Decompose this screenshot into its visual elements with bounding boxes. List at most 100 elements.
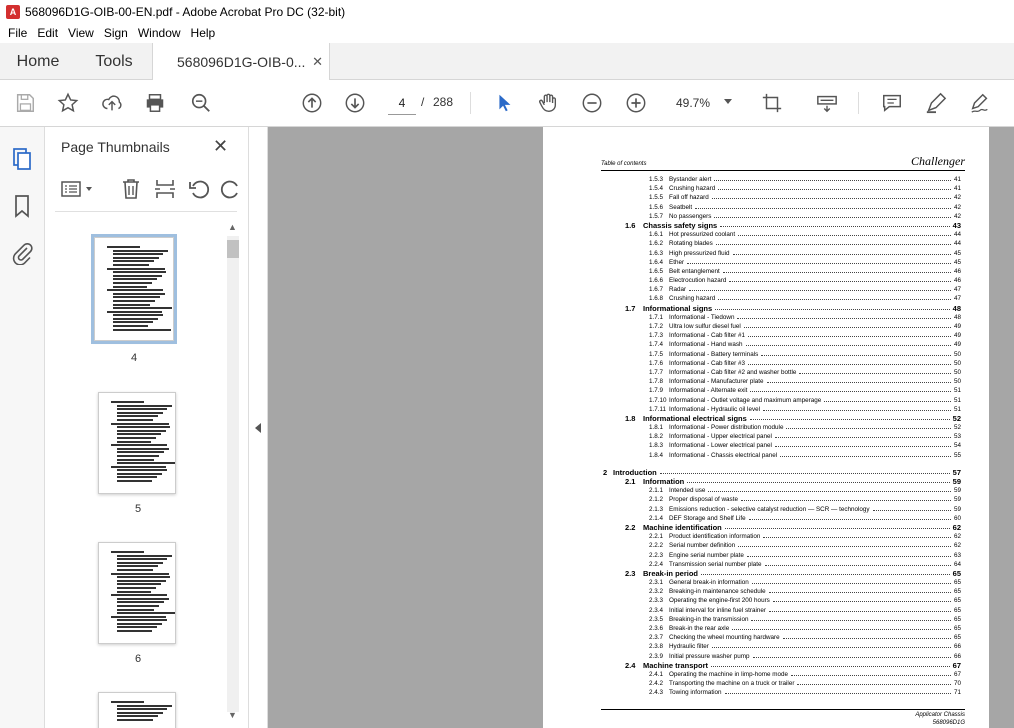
toc-entry[interactable]: 2.1.3 Emissions reduction - selective cat… xyxy=(601,505,961,514)
sign-pen-icon[interactable] xyxy=(968,91,992,115)
scroll-up-icon[interactable]: ▲ xyxy=(228,222,237,232)
toc-entry[interactable]: 1.7.2 Ultra low sulfur diesel fuel 49 xyxy=(601,322,961,331)
zoom-in-icon[interactable] xyxy=(624,91,648,115)
toc-entry[interactable]: 1.8 Informational electrical signs 52 xyxy=(601,414,961,423)
toc-entry[interactable]: 2 Introduction 57 xyxy=(601,468,961,477)
toc-entry[interactable]: 2.2.1 Product identification information 6… xyxy=(601,532,961,541)
search-zoom-icon[interactable] xyxy=(189,91,213,115)
toc-entry[interactable]: 1.7.9 Informational - Alternate exit 51 xyxy=(601,386,961,395)
toc-entry[interactable]: 1.5.4 Crushing hazard 41 xyxy=(601,184,961,193)
delete-icon[interactable] xyxy=(119,177,143,201)
toc-entry[interactable]: 2.3.4 Initial interval for inline fuel st… xyxy=(601,606,961,615)
toc-entry[interactable]: 1.7.10 Informational - Outlet voltage and… xyxy=(601,396,961,405)
toc-entry[interactable]: 2.3.9 Initial pressure washer pump 66 xyxy=(601,652,961,661)
toc-entry[interactable]: 2.3.7 Checking the wheel mounting hardwar… xyxy=(601,633,961,642)
hand-tool-icon[interactable] xyxy=(536,91,560,115)
toc-entry[interactable]: 1.7.6 Informational - Cab filter #3 50 xyxy=(601,359,961,368)
toc-entry[interactable]: 1.5.3 Bystander alert 41 xyxy=(601,175,961,184)
rotate-left-icon[interactable] xyxy=(187,177,211,201)
tab-tools[interactable]: Tools xyxy=(76,43,152,80)
tab-home[interactable]: Home xyxy=(0,43,76,80)
page-thumbnail[interactable] xyxy=(98,542,176,644)
toc-entry[interactable]: 2.1.4 DEF Storage and Shelf Life 60 xyxy=(601,514,961,523)
toc-entry[interactable]: 1.6.3 High pressurized fluid 45 xyxy=(601,249,961,258)
toc-entry[interactable]: 1.8.1 Informational - Power distribution … xyxy=(601,423,961,432)
upload-icon[interactable] xyxy=(100,91,124,115)
tab-close-icon[interactable]: ✕ xyxy=(312,54,323,70)
select-pointer-icon[interactable] xyxy=(492,91,516,115)
menu-edit[interactable]: Edit xyxy=(32,26,63,40)
toc-entry[interactable]: 1.6.7 Radar 47 xyxy=(601,285,961,294)
scrollbar-thumb[interactable] xyxy=(227,240,239,258)
toc-entry[interactable]: 2.3.2 Breaking-in maintenance schedule 65 xyxy=(601,587,961,596)
panel-collapse-strip[interactable] xyxy=(249,127,268,728)
toc-entry[interactable]: 2.4 Machine transport 67 xyxy=(601,661,961,670)
insert-icon[interactable] xyxy=(153,177,177,201)
toc-entry[interactable]: 2.1 Information 59 xyxy=(601,477,961,486)
thumb-options-icon[interactable] xyxy=(61,177,97,201)
toc-entry[interactable]: 1.7.8 Informational - Manufacturer plate 5… xyxy=(601,377,961,386)
toc-entry[interactable]: 2.3.3 Operating the engine-first 200 hour… xyxy=(601,596,961,605)
toc-entry[interactable]: 1.6.2 Rotating blades 44 xyxy=(601,239,961,248)
toc-entry[interactable]: 1.6.1 Hot pressurized coolant 44 xyxy=(601,230,961,239)
menu-window[interactable]: Window xyxy=(133,26,186,40)
toc-entry[interactable]: 2.2.3 Engine serial number plate 63 xyxy=(601,551,961,560)
attachment-icon[interactable] xyxy=(10,241,34,266)
pages-icon[interactable] xyxy=(10,147,34,171)
page-number-input[interactable]: 4 xyxy=(388,91,416,115)
close-icon[interactable]: ✕ xyxy=(213,136,228,157)
toc-entry[interactable]: 2.3.1 General break-in information 65 xyxy=(601,578,961,587)
toc-entry[interactable]: 2.3 Break-in period 65 xyxy=(601,569,961,578)
toc-entry[interactable]: 2.4.1 Operating the machine in limp-home … xyxy=(601,670,961,679)
highlight-pen-icon[interactable] xyxy=(924,91,948,115)
toc-entry[interactable]: 1.6.5 Belt entanglement 46 xyxy=(601,267,961,276)
toc-entry[interactable]: 1.7.7 Informational - Cab filter #2 and w… xyxy=(601,368,961,377)
toc-entry[interactable]: 1.5.5 Fall off hazard 42 xyxy=(601,193,961,202)
save-icon[interactable] xyxy=(13,91,37,115)
menu-file[interactable]: File xyxy=(3,26,32,40)
toc-entry[interactable]: 2.4.2 Transporting the machine on a truck… xyxy=(601,679,961,688)
toc-entry[interactable]: 2.1.1 Intended use 59 xyxy=(601,486,961,495)
toc-entry[interactable]: 1.8.2 Informational - Upper electrical pa… xyxy=(601,432,961,441)
toc-entry[interactable]: 1.7.1 Informational - Tiedown 48 xyxy=(601,313,961,322)
toc-entry[interactable]: 2.2.4 Transmission serial number plate 64 xyxy=(601,560,961,569)
toc-entry[interactable]: 2.3.8 Hydraulic filter 66 xyxy=(601,642,961,651)
scroll-down-icon[interactable]: ▼ xyxy=(228,710,237,720)
page-thumbnail[interactable] xyxy=(98,392,176,494)
bookmark-icon[interactable] xyxy=(10,194,34,218)
toc-entry[interactable]: 2.3.6 Break-in the rear axle 65 xyxy=(601,624,961,633)
toc-entry[interactable]: 1.8.4 Informational - Chassis electrical … xyxy=(601,451,961,460)
toc-entry[interactable]: 2.1.2 Proper disposal of waste 59 xyxy=(601,495,961,504)
rotate-right-icon[interactable] xyxy=(219,177,243,201)
collapse-arrow-icon[interactable] xyxy=(255,423,261,433)
menu-sign[interactable]: Sign xyxy=(99,26,133,40)
tab-document[interactable]: 568096D1G-OIB-0... ✕ xyxy=(152,43,330,81)
toc-entry[interactable]: 1.6.8 Crushing hazard 47 xyxy=(601,294,961,303)
menu-view[interactable]: View xyxy=(63,26,99,40)
page-thumbnail[interactable] xyxy=(91,234,177,344)
prev-page-icon[interactable] xyxy=(300,91,324,115)
toc-entry[interactable]: 1.6.6 Electrocution hazard 46 xyxy=(601,276,961,285)
toc-entry[interactable]: 1.8.3 Informational - Lower electrical pa… xyxy=(601,441,961,450)
toc-entry[interactable]: 1.7.3 Informational - Cab filter #1 49 xyxy=(601,331,961,340)
toc-entry[interactable]: 1.6.4 Ether 45 xyxy=(601,258,961,267)
zoom-out-icon[interactable] xyxy=(580,91,604,115)
crop-icon[interactable] xyxy=(760,91,784,115)
next-page-icon[interactable] xyxy=(343,91,367,115)
toc-entry[interactable]: 1.7.4 Informational - Hand wash 49 xyxy=(601,340,961,349)
toc-entry[interactable]: 1.5.7 No passengers 42 xyxy=(601,212,961,221)
print-icon[interactable] xyxy=(143,91,167,115)
toc-entry[interactable]: 1.6 Chassis safety signs 43 xyxy=(601,221,961,230)
toc-entry[interactable]: 2.2.2 Serial number definition 62 xyxy=(601,541,961,550)
comment-icon[interactable] xyxy=(880,91,904,115)
bookmark-star-icon[interactable] xyxy=(56,91,80,115)
toc-entry[interactable]: 1.7.5 Informational - Battery terminals 50 xyxy=(601,350,961,359)
toc-entry[interactable]: 1.7 Informational signs 48 xyxy=(601,304,961,313)
toc-entry[interactable]: 2.3.5 Breaking-in the transmission 65 xyxy=(601,615,961,624)
keyboard-icon[interactable] xyxy=(815,91,839,115)
scrollbar-track[interactable] xyxy=(227,236,239,712)
toc-entry[interactable]: 2.2 Machine identification 62 xyxy=(601,523,961,532)
document-canvas[interactable]: Table of contents Challenger 1.5.3 Bystan… xyxy=(268,127,1014,728)
thumbnail-scrollbar[interactable]: ▲ ▼ xyxy=(227,222,239,725)
toc-entry[interactable]: 2.4.3 Towing information 71 xyxy=(601,688,961,697)
